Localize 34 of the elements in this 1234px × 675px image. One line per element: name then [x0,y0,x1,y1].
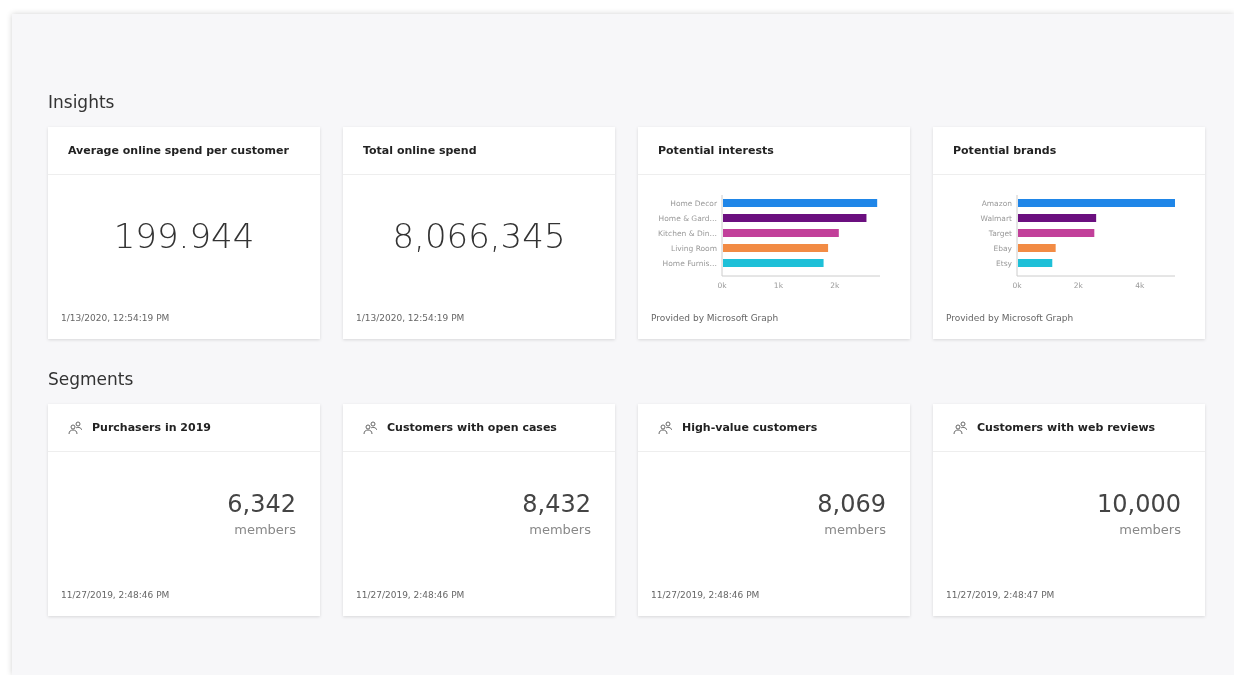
section-title: Insights [48,92,116,114]
metric-value: 8,066,345 [392,216,566,256]
card-title: Customers with web reviews [977,421,1156,434]
people-icon [658,421,672,434]
count-unit: members [529,521,591,537]
timestamp: 11/27/2019, 2:48:47 PM [946,590,1055,600]
count-unit: members [824,521,886,537]
card-title: High-value customers [682,421,818,434]
card-title: Potential interests [658,144,774,157]
timestamp: 1/13/2020, 12:54:19 PM [356,313,465,323]
metric-value: 199.944 [113,216,255,256]
card-title: Potential brands [953,144,1057,157]
card-title: Customers with open cases [387,421,557,434]
footer-note: Provided by Microsoft Graph [946,313,1074,323]
timestamp: 11/27/2019, 2:48:46 PM [356,590,465,600]
member-count: 6,342 [227,489,296,518]
people-icon [953,421,967,434]
count-unit: members [234,521,296,537]
section-title: Segments [48,369,135,391]
member-count: 8,069 [817,489,886,518]
bar [1018,259,1053,267]
member-count: 8,432 [522,489,591,518]
bar [1018,244,1056,252]
people-icon [363,421,377,434]
card-title: Total online spend [363,144,477,157]
people-icon [68,421,82,434]
count-unit: members [1119,521,1181,537]
card-title: Purchasers in 2019 [92,421,211,434]
member-count: 10,000 [1097,489,1181,518]
footer-note: Provided by Microsoft Graph [651,313,779,323]
timestamp: 1/13/2020, 12:54:19 PM [61,313,170,323]
timestamp: 11/27/2019, 2:48:46 PM [61,590,170,600]
card-title: Average online spend per customer [68,144,289,157]
timestamp: 11/27/2019, 2:48:46 PM [651,590,760,600]
